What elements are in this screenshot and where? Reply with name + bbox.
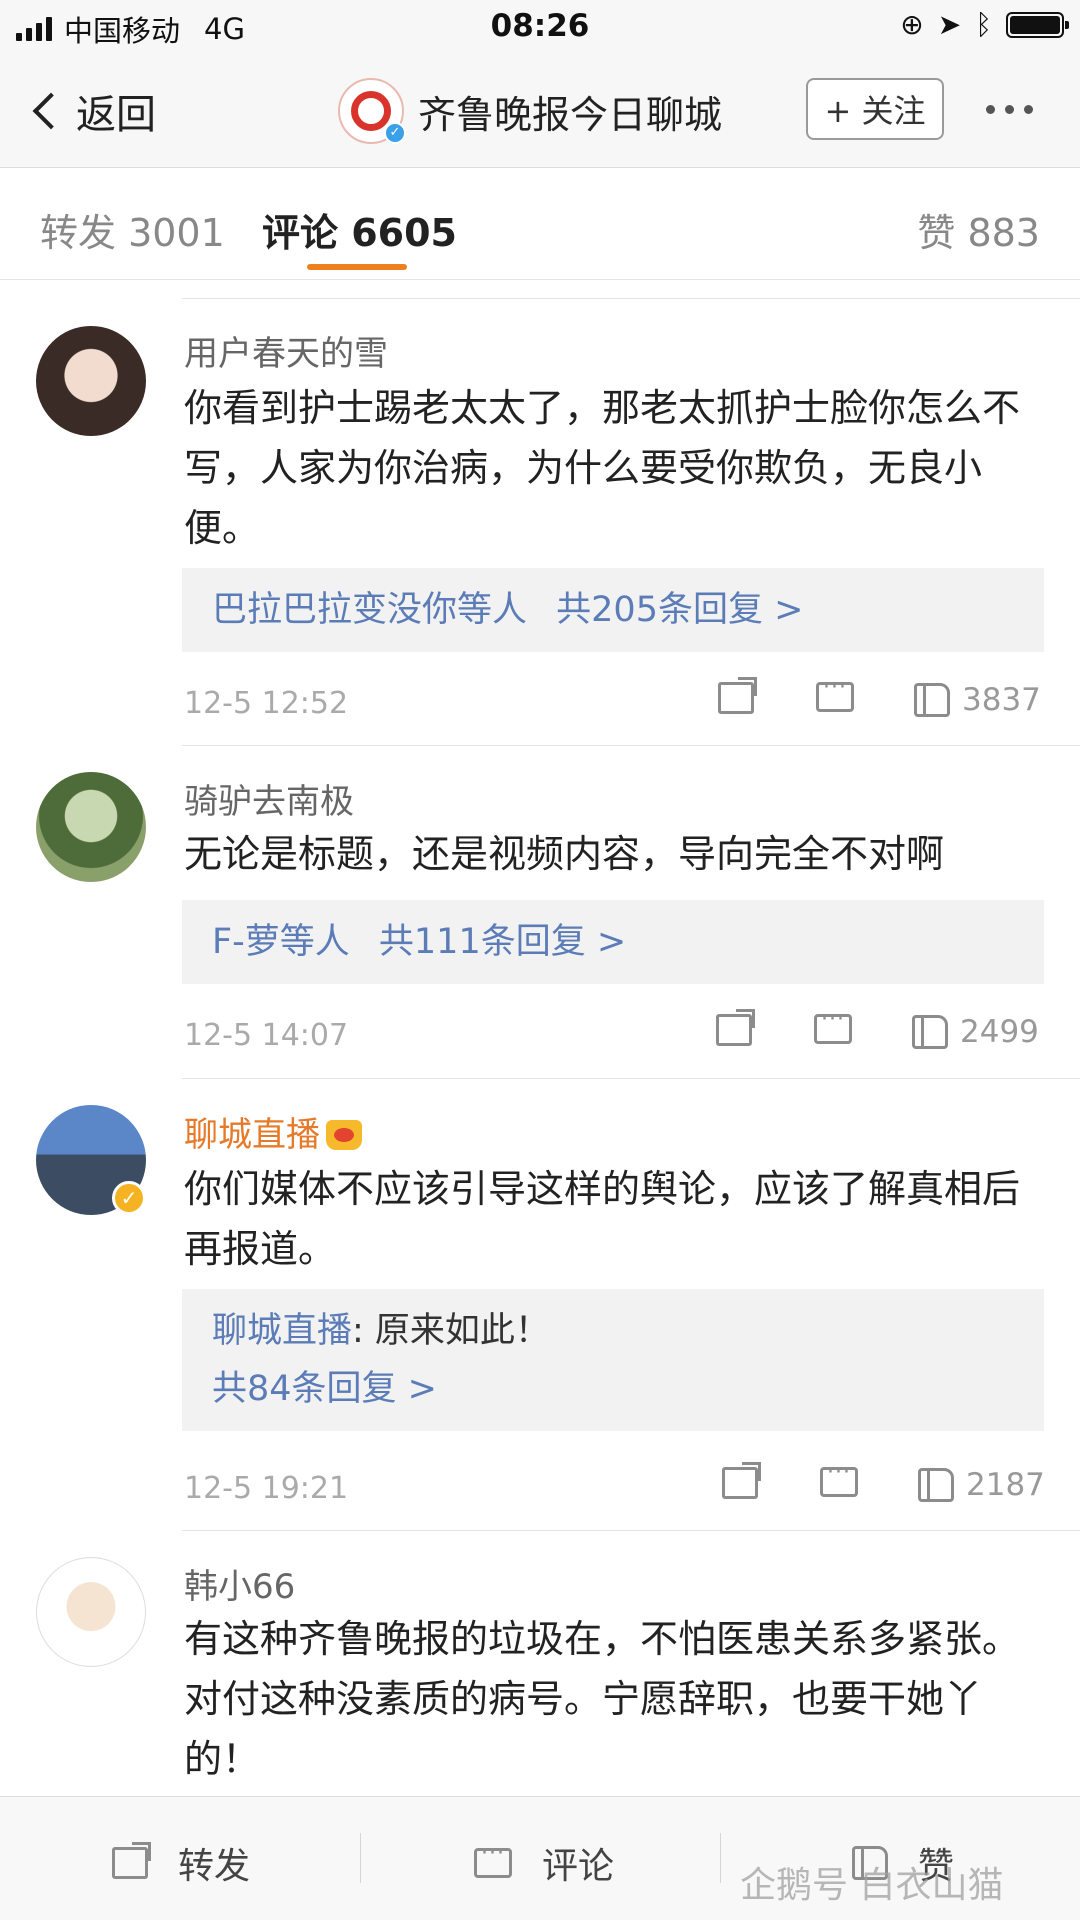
comment-author[interactable]: 用户春天的雪 bbox=[184, 326, 388, 375]
active-tab-indicator bbox=[307, 264, 407, 270]
share-icon bbox=[718, 677, 757, 714]
reply-count-link[interactable]: 共84条回复 > bbox=[212, 1363, 1014, 1415]
like-button[interactable]: 3837 bbox=[914, 682, 1041, 718]
header: 中国移动 4G 08:26 ⊕ ➤ ᛒ 返回 ✓ 齐鲁晚报今日聊城 + 关注 bbox=[0, 0, 1080, 168]
like-button[interactable]: 2187 bbox=[918, 1467, 1045, 1503]
comment-icon bbox=[474, 1841, 512, 1878]
status-right: ⊕ ➤ ᛒ bbox=[900, 8, 1069, 41]
comment-time: 12-5 14:07 bbox=[184, 1018, 349, 1053]
tab-comment[interactable]: 评论 6605 bbox=[262, 202, 457, 257]
watermark: 企鹅号 白衣山猫 bbox=[740, 1865, 1004, 1906]
toolbar-repost-button[interactable]: 转发 bbox=[112, 1837, 250, 1889]
comment-time: 12-5 19:21 bbox=[184, 1471, 349, 1506]
newspaper-logo-icon bbox=[351, 91, 391, 131]
reply-summary[interactable]: 聊城直播: 原来如此！ 共84条回复 > bbox=[182, 1289, 1044, 1431]
repost-button[interactable] bbox=[718, 677, 757, 714]
location-icon: ➤ bbox=[937, 8, 962, 41]
nav-bar: 返回 ✓ 齐鲁晚报今日聊城 + 关注 bbox=[0, 54, 1080, 168]
thumbs-up-icon bbox=[912, 1015, 948, 1049]
divider bbox=[182, 1530, 1080, 1531]
reply-button[interactable] bbox=[820, 1460, 858, 1497]
bluetooth-icon: ᛒ bbox=[975, 8, 992, 41]
rotation-lock-icon: ⊕ bbox=[900, 8, 924, 41]
comment-author-row: 聊城直播 bbox=[184, 1107, 362, 1156]
more-icon[interactable] bbox=[986, 84, 1033, 134]
share-icon bbox=[722, 1462, 761, 1499]
like-count: 2499 bbox=[960, 1014, 1039, 1050]
thumbs-up-icon bbox=[918, 1468, 954, 1502]
reply-author[interactable]: 聊城直播 bbox=[212, 1311, 352, 1351]
comment-meta: 12-5 12:52 3837 bbox=[184, 675, 1044, 726]
divider bbox=[720, 1833, 721, 1883]
avatar[interactable] bbox=[36, 1557, 146, 1667]
toolbar-comment-label: 评论 bbox=[542, 1846, 615, 1887]
follow-button[interactable]: + 关注 bbox=[806, 78, 944, 140]
reply-summary[interactable]: 巴拉巴拉变没你等人 共205条回复 > bbox=[182, 568, 1044, 652]
avatar[interactable] bbox=[36, 326, 146, 436]
toolbar-comment-button[interactable]: 评论 bbox=[474, 1837, 614, 1889]
tab-like[interactable]: 赞 883 bbox=[917, 202, 1040, 257]
comment-icon bbox=[820, 1460, 858, 1497]
like-count: 2187 bbox=[966, 1467, 1045, 1503]
divider bbox=[360, 1833, 361, 1883]
comment-author[interactable]: 聊城直播 bbox=[184, 1115, 320, 1155]
comment-author[interactable]: 韩小66 bbox=[184, 1559, 295, 1608]
crown-icon bbox=[326, 1120, 362, 1150]
reply-summary[interactable]: F-萝等人 共111条回复 > bbox=[182, 900, 1044, 984]
reply-count-link[interactable]: 共205条回复 > bbox=[556, 590, 803, 630]
reply-users: F-萝等人 bbox=[212, 922, 350, 962]
account-name[interactable]: 齐鲁晚报今日聊城 bbox=[418, 84, 722, 139]
comment-time: 12-5 12:52 bbox=[184, 686, 349, 721]
comment-meta: 12-5 19:21 2187 bbox=[184, 1460, 1045, 1511]
reply-button[interactable] bbox=[816, 675, 854, 712]
reply-preview: 聊城直播: 原来如此！ bbox=[212, 1305, 1014, 1357]
comment-text: 无论是标题，还是视频内容，导向完全不对啊 bbox=[184, 832, 945, 876]
comment-text: 你们媒体不应该引导这样的舆论，应该了解真相后再报道。 bbox=[184, 1167, 1021, 1271]
comment-text: 你看到护士踢老太太了，那老太抓护士脸你怎么不写，人家为你治病，为什么要受你欺负，… bbox=[184, 386, 1021, 550]
like-count: 3837 bbox=[962, 682, 1041, 718]
comment-text: 有这种齐鲁晚报的垃圾在，不怕医患关系多紧张。对付这种没素质的病号。宁愿辞职，也要… bbox=[184, 1617, 1021, 1781]
toolbar-repost-label: 转发 bbox=[178, 1846, 251, 1887]
thumbs-up-icon bbox=[914, 683, 950, 717]
comment-icon bbox=[816, 675, 854, 712]
comment-author[interactable]: 骑驴去南极 bbox=[184, 774, 354, 823]
reply-users: 巴拉巴拉变没你等人 bbox=[212, 590, 528, 630]
account-header[interactable]: ✓ 齐鲁晚报今日聊城 bbox=[338, 78, 722, 144]
comment-icon bbox=[814, 1007, 852, 1044]
back-button[interactable]: 返回 bbox=[28, 82, 156, 140]
share-icon bbox=[112, 1842, 151, 1879]
tab-bar: 转发 3001 评论 6605 赞 883 bbox=[0, 168, 1080, 280]
battery-icon bbox=[1006, 11, 1069, 38]
like-button[interactable]: 2499 bbox=[912, 1014, 1039, 1050]
account-avatar[interactable]: ✓ bbox=[338, 78, 406, 144]
back-label: 返回 bbox=[76, 92, 156, 138]
avatar[interactable] bbox=[36, 772, 146, 882]
share-icon bbox=[716, 1009, 755, 1046]
verified-icon: ✓ bbox=[112, 1181, 146, 1215]
tab-repost[interactable]: 转发 3001 bbox=[40, 202, 225, 257]
divider bbox=[182, 298, 1080, 299]
status-bar: 中国移动 4G 08:26 ⊕ ➤ ᛒ bbox=[0, 0, 1080, 54]
reply-button[interactable] bbox=[814, 1007, 852, 1044]
reply-text: : 原来如此！ bbox=[352, 1311, 550, 1351]
reply-count-link[interactable]: 共111条回复 > bbox=[379, 922, 626, 962]
chevron-left-icon bbox=[32, 92, 70, 130]
verified-icon: ✓ bbox=[384, 122, 406, 144]
comment-meta: 12-5 14:07 2499 bbox=[184, 1007, 1044, 1058]
divider bbox=[182, 1078, 1080, 1079]
repost-button[interactable] bbox=[716, 1009, 755, 1046]
repost-button[interactable] bbox=[722, 1462, 761, 1499]
divider bbox=[182, 745, 1080, 746]
